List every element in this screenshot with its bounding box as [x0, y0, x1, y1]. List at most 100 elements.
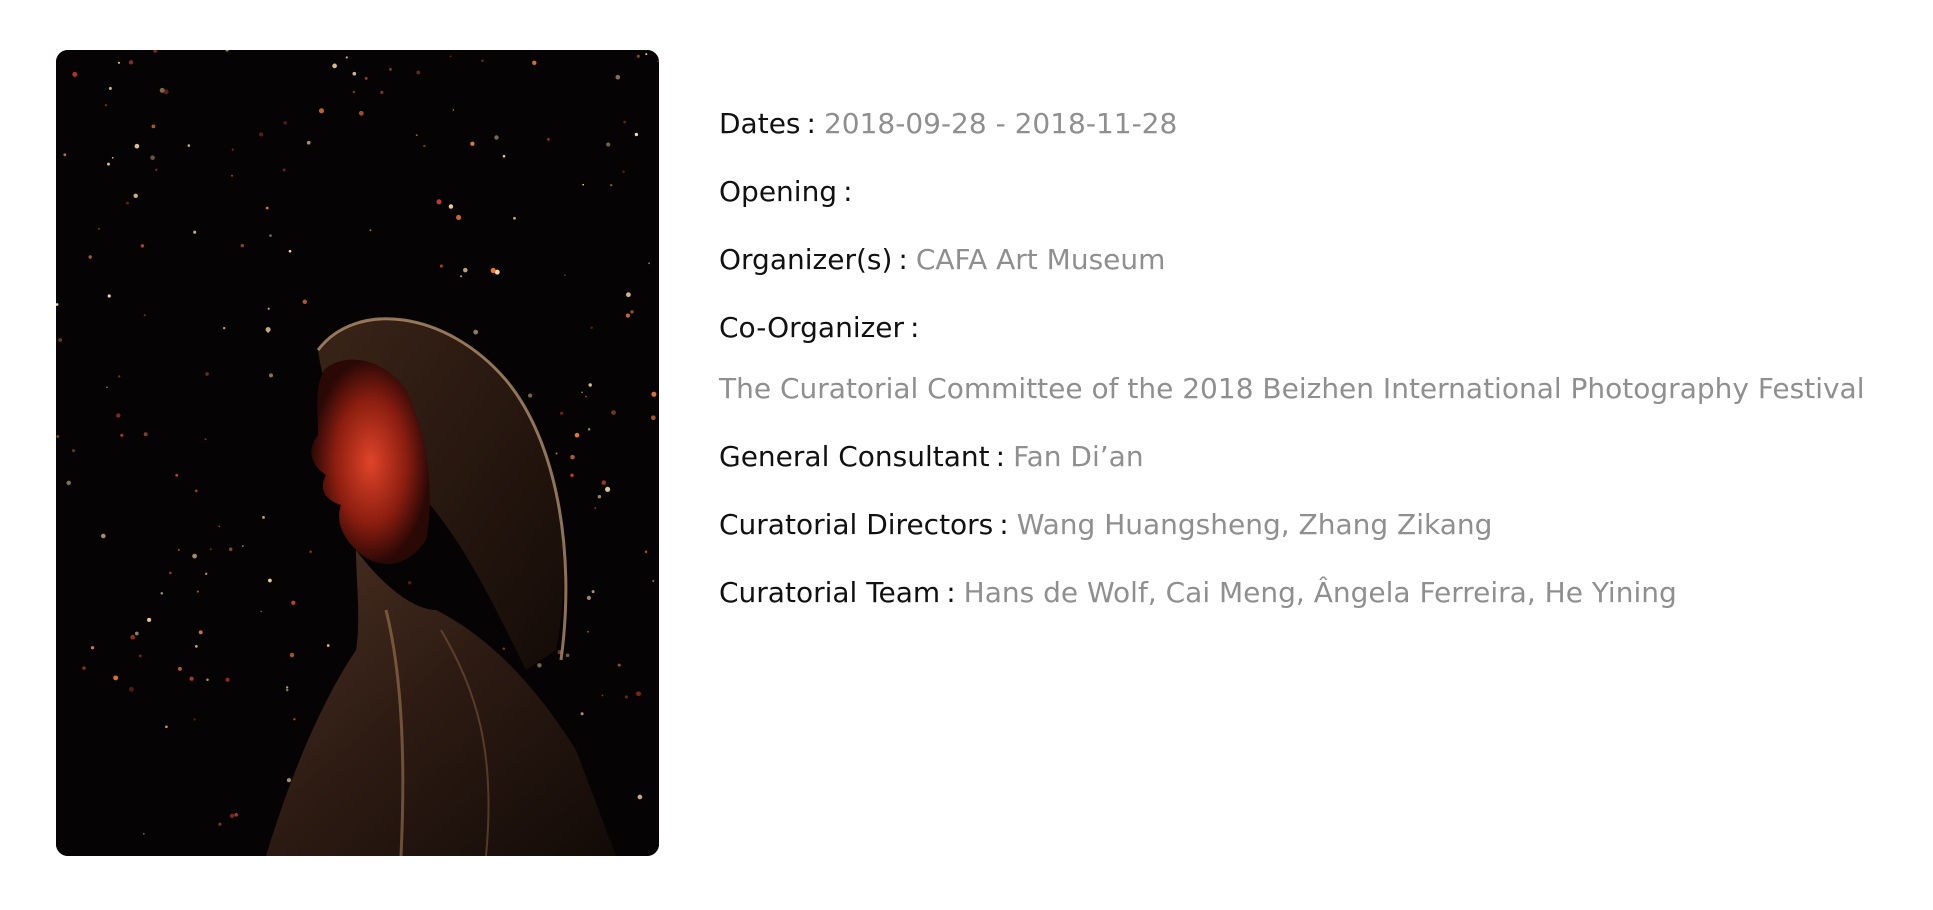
- ember-particle: [63, 153, 67, 157]
- separator: :: [898, 243, 908, 276]
- ember-particle: [160, 591, 164, 595]
- separator: :: [995, 440, 1006, 473]
- ember-particle: [120, 433, 124, 437]
- ember-particle: [118, 375, 121, 378]
- ember-particle: [623, 120, 627, 124]
- curatorial-team-row: Curatorial Team: Hans de Wolf, Cai Meng, …: [719, 573, 1919, 613]
- ember-particle: [580, 712, 584, 716]
- ember-particle: [282, 168, 286, 172]
- ember-particle: [588, 383, 592, 387]
- organizers-value: CAFA Art Museum: [915, 243, 1166, 276]
- ember-particle: [106, 386, 108, 389]
- exhibition-poster-image: [56, 50, 659, 856]
- ember-particle: [645, 53, 648, 56]
- ember-particle: [624, 695, 628, 699]
- ember-particle: [594, 507, 597, 510]
- ember-particle: [128, 60, 134, 65]
- ember-particle: [581, 391, 583, 394]
- curatorial-team-label: Curatorial Team: [719, 576, 941, 609]
- ember-particle: [218, 525, 221, 528]
- ember-particle: [288, 249, 292, 253]
- ember-particle: [636, 691, 641, 697]
- co-organizer-value-row: The Curatorial Committee of the 2018 Bei…: [719, 369, 1919, 409]
- exhibition-info-panel: Dates:2018-09-28 - 2018-11-28 Opening: O…: [719, 104, 1919, 641]
- ember-particle: [218, 822, 222, 826]
- ember-particle: [626, 292, 631, 298]
- ember-particle: [309, 550, 312, 553]
- ember-particle: [206, 678, 209, 681]
- ember-particle: [615, 74, 621, 80]
- ember-particle: [134, 143, 140, 149]
- ember-particle: [494, 135, 499, 140]
- ember-particle: [470, 141, 475, 146]
- ember-particle: [228, 547, 233, 552]
- ember-particle: [111, 156, 114, 159]
- ember-particle: [591, 590, 595, 594]
- ember-particle: [163, 89, 169, 95]
- curatorial-directors-label: Curatorial Directors: [719, 508, 994, 541]
- dates-value: 2018-09-28 - 2018-11-28: [823, 107, 1178, 140]
- ember-particle: [570, 454, 575, 460]
- exhibition-detail-page: Dates:2018-09-28 - 2018-11-28 Opening: O…: [0, 0, 1933, 910]
- ember-particle: [90, 646, 95, 650]
- ember-particle: [584, 395, 587, 398]
- ember-particle: [513, 216, 516, 220]
- separator: :: [910, 311, 920, 344]
- ember-particle: [231, 148, 234, 151]
- separator: :: [806, 107, 816, 140]
- ember-particle: [269, 373, 273, 378]
- organizers-label: Organizer(s): [719, 243, 893, 276]
- curatorial-team-value: Hans de Wolf, Cai Meng, Ângela Ferreira,…: [963, 576, 1677, 609]
- ember-particle: [436, 199, 442, 205]
- ember-particle: [134, 631, 139, 636]
- ember-particle: [657, 60, 659, 63]
- general-consultant-row: General Consultant: Fan Di’an: [719, 437, 1919, 477]
- ember-particle: [147, 617, 152, 622]
- ember-particle: [143, 314, 146, 317]
- ember-particle: [286, 778, 291, 783]
- ember-particle: [547, 138, 550, 141]
- ember-particle: [622, 170, 625, 173]
- ember-particle: [58, 338, 63, 342]
- ember-particle: [222, 326, 226, 330]
- ember-particle: [265, 326, 271, 333]
- ember-particle: [113, 675, 119, 681]
- ember-particle: [155, 168, 158, 171]
- ember-particle: [205, 372, 209, 376]
- ember-particle: [456, 214, 462, 220]
- ember-particle: [128, 686, 134, 692]
- ember-particle: [104, 103, 108, 107]
- ember-particle: [326, 644, 330, 647]
- ember-particle: [267, 307, 270, 310]
- ember-particle: [586, 595, 592, 601]
- co-organizer-row: Co-Organizer:: [719, 308, 1919, 348]
- ember-particle: [100, 533, 106, 539]
- ember-particle: [258, 132, 264, 137]
- ember-particle: [126, 201, 129, 205]
- ember-particle: [364, 76, 368, 80]
- ember-particle: [407, 581, 412, 585]
- ember-particle: [241, 545, 244, 548]
- ember-particle: [590, 326, 593, 329]
- general-consultant-value: Fan Di’an: [1013, 440, 1144, 473]
- ember-particle: [473, 329, 479, 335]
- ember-particle: [142, 832, 145, 835]
- ember-particle: [82, 666, 86, 670]
- ember-particle: [194, 489, 198, 493]
- separator: :: [946, 576, 956, 609]
- ember-particle: [502, 647, 505, 650]
- organizers-row: Organizer(s): CAFA Art Museum: [719, 240, 1919, 280]
- ember-particle: [165, 725, 168, 729]
- ember-particle: [605, 486, 611, 492]
- ember-particle: [564, 274, 566, 276]
- ember-particle: [570, 473, 574, 478]
- ember-particle: [289, 652, 295, 658]
- ember-particle: [345, 56, 348, 59]
- ember-particle: [416, 70, 421, 75]
- ember-particle: [560, 411, 564, 415]
- ember-particle: [625, 313, 630, 318]
- ember-particle: [108, 86, 112, 90]
- ember-particle: [601, 694, 604, 697]
- ember-particle: [459, 275, 463, 278]
- ember-particle: [177, 548, 180, 551]
